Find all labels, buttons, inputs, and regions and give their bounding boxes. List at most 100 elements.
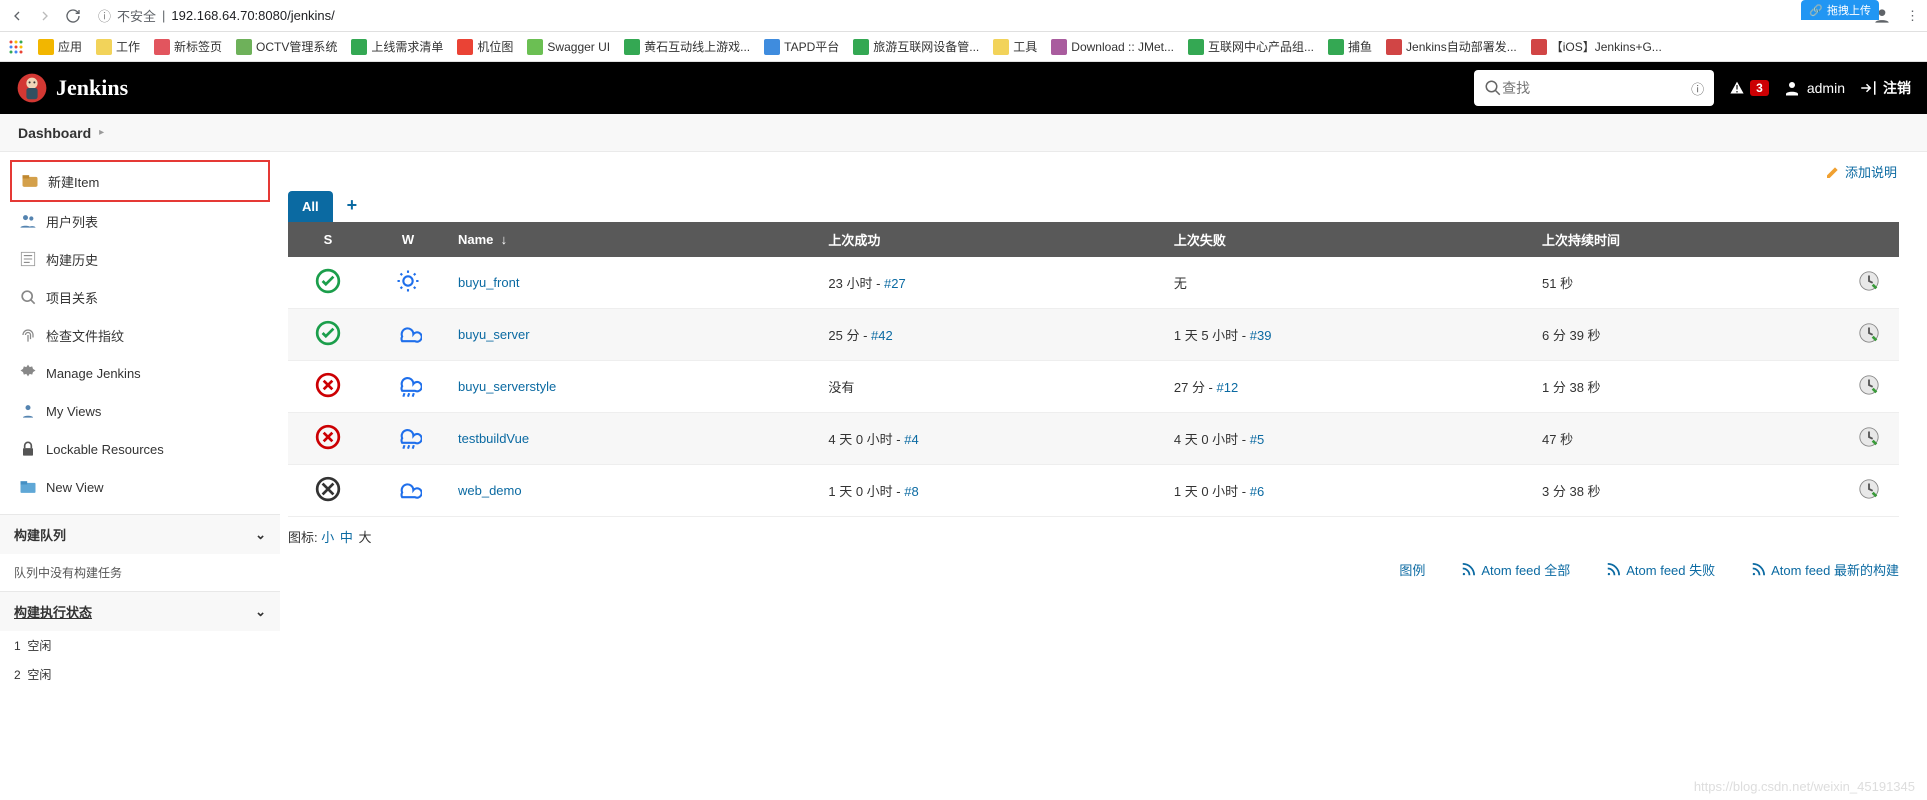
bookmark-item[interactable]: 应用 bbox=[38, 38, 82, 55]
bookmark-item[interactable]: TAPD平台 bbox=[764, 38, 839, 55]
bookmark-icon bbox=[624, 39, 640, 55]
feed-all-link[interactable]: Atom feed 全部 bbox=[1461, 560, 1570, 579]
col-status[interactable]: S bbox=[288, 222, 368, 257]
lock-icon bbox=[18, 439, 38, 459]
col-last-failure[interactable]: 上次失败 bbox=[1164, 222, 1532, 257]
icon-size-large[interactable]: 大 bbox=[359, 530, 372, 545]
weather-icon bbox=[394, 423, 422, 451]
bookmark-item[interactable]: Download :: JMet... bbox=[1051, 39, 1174, 55]
bookmark-item[interactable]: 互联网中心产品组... bbox=[1188, 38, 1314, 55]
col-build bbox=[1839, 222, 1899, 257]
add-description-link[interactable]: 添加说明 bbox=[1825, 162, 1897, 181]
search-box[interactable]: ⓘ bbox=[1474, 70, 1714, 106]
sidebar-task-views[interactable]: My Views bbox=[10, 392, 270, 430]
menu-icon[interactable]: ⋮ bbox=[1906, 8, 1919, 24]
bookmark-item[interactable]: Jenkins自动部署发... bbox=[1386, 38, 1517, 55]
feed-fail-link[interactable]: Atom feed 失败 bbox=[1606, 560, 1715, 579]
duration-cell: 1 分 38 秒 bbox=[1532, 361, 1839, 413]
bookmark-item[interactable]: 旅游互联网设备管... bbox=[853, 38, 979, 55]
build-link[interactable]: #5 bbox=[1250, 432, 1264, 447]
build-link[interactable]: #4 bbox=[904, 432, 918, 447]
schedule-build-icon[interactable] bbox=[1858, 374, 1880, 396]
alert-badge[interactable]: 3 bbox=[1728, 79, 1769, 97]
bookmark-item[interactable]: 机位图 bbox=[457, 38, 513, 55]
col-last-duration[interactable]: 上次持续时间 bbox=[1532, 222, 1839, 257]
extension-badge[interactable]: 🔗 拖拽上传 bbox=[1801, 0, 1879, 20]
col-last-success[interactable]: 上次成功 bbox=[818, 222, 1163, 257]
bookmark-item[interactable]: 新标签页 bbox=[154, 38, 222, 55]
sidebar-task-relation[interactable]: 项目关系 bbox=[10, 278, 270, 316]
add-tab-button[interactable]: + bbox=[337, 189, 368, 222]
bookmark-icon bbox=[993, 39, 1009, 55]
status-icon bbox=[315, 372, 341, 398]
bookmark-label: 新标签页 bbox=[174, 38, 222, 55]
sidebar-task-new-view[interactable]: New View bbox=[10, 468, 270, 506]
job-row: buyu_front 23 小时 - #27 无 51 秒 bbox=[288, 257, 1899, 309]
bookmark-label: 旅游互联网设备管... bbox=[873, 38, 979, 55]
build-link[interactable]: #39 bbox=[1250, 328, 1272, 343]
job-name-link[interactable]: buyu_front bbox=[458, 275, 519, 290]
breadcrumb-sep: ▸ bbox=[99, 127, 104, 138]
job-name-link[interactable]: buyu_serverstyle bbox=[458, 379, 556, 394]
bookmark-item[interactable]: 黄石互动线上游戏... bbox=[624, 38, 750, 55]
sidebar-task-gear[interactable]: Manage Jenkins bbox=[10, 354, 270, 392]
sidebar-task-lock[interactable]: Lockable Resources bbox=[10, 430, 270, 468]
bookmark-label: Download :: JMet... bbox=[1071, 40, 1174, 54]
job-name-link[interactable]: buyu_server bbox=[458, 327, 530, 342]
col-weather[interactable]: W bbox=[368, 222, 448, 257]
bookmark-label: OCTV管理系统 bbox=[256, 38, 337, 55]
feed-latest-link[interactable]: Atom feed 最新的构建 bbox=[1751, 560, 1899, 579]
back-button[interactable] bbox=[8, 7, 26, 25]
job-name-link[interactable]: testbuildVue bbox=[458, 431, 529, 446]
search-input[interactable] bbox=[1502, 80, 1691, 96]
job-row: buyu_server 25 分 - #42 1 天 5 小时 - #39 6 … bbox=[288, 309, 1899, 361]
feed-links: 图例 Atom feed 全部 Atom feed 失败 Atom feed 最… bbox=[288, 560, 1899, 579]
tab-all[interactable]: All bbox=[288, 191, 333, 222]
sidebar-task-fingerprint[interactable]: 检查文件指纹 bbox=[10, 316, 270, 354]
status-icon bbox=[315, 424, 341, 450]
forward-button[interactable] bbox=[36, 7, 54, 25]
build-queue-header[interactable]: 构建队列 ⌄ bbox=[0, 514, 280, 554]
insecure-label: 不安全 bbox=[117, 6, 156, 25]
legend-link[interactable]: 图例 bbox=[1399, 560, 1425, 579]
schedule-build-icon[interactable] bbox=[1858, 426, 1880, 448]
icon-size-small[interactable]: 小 bbox=[321, 530, 334, 545]
bookmark-item[interactable]: OCTV管理系统 bbox=[236, 38, 337, 55]
bookmark-item[interactable]: 捕鱼 bbox=[1328, 38, 1372, 55]
help-icon[interactable]: ⓘ bbox=[1691, 79, 1704, 98]
user-link[interactable]: admin bbox=[1783, 79, 1845, 97]
jenkins-logo[interactable]: Jenkins bbox=[16, 72, 128, 104]
apps-icon[interactable] bbox=[8, 39, 24, 55]
sidebar-task-new-item[interactable]: 新建Item bbox=[10, 160, 270, 202]
schedule-build-icon[interactable] bbox=[1858, 478, 1880, 500]
job-name-link[interactable]: web_demo bbox=[458, 483, 522, 498]
build-link[interactable]: #27 bbox=[884, 276, 906, 291]
address-bar[interactable]: ⓘ 不安全 | 192.168.64.70:8080/jenkins/ bbox=[98, 6, 335, 25]
build-link[interactable]: #6 bbox=[1250, 484, 1264, 499]
sidebar-task-people[interactable]: 用户列表 bbox=[10, 202, 270, 240]
breadcrumb: Dashboard ▸ bbox=[0, 114, 1927, 152]
task-label: 检查文件指纹 bbox=[46, 326, 124, 345]
schedule-build-icon[interactable] bbox=[1858, 270, 1880, 292]
bookmark-item[interactable]: 【iOS】Jenkins+G... bbox=[1531, 38, 1662, 55]
bookmark-item[interactable]: Swagger UI bbox=[527, 39, 610, 55]
reload-button[interactable] bbox=[64, 7, 82, 25]
bookmark-label: Jenkins自动部署发... bbox=[1406, 38, 1517, 55]
bookmark-item[interactable]: 工作 bbox=[96, 38, 140, 55]
icon-size-medium[interactable]: 中 bbox=[340, 530, 353, 545]
watermark: https://blog.csdn.net/weixin_45191345 bbox=[1694, 779, 1915, 794]
build-link[interactable]: #42 bbox=[871, 328, 893, 343]
breadcrumb-dashboard[interactable]: Dashboard bbox=[18, 125, 91, 141]
bookmark-item[interactable]: 上线需求清单 bbox=[351, 38, 443, 55]
build-link[interactable]: #8 bbox=[904, 484, 918, 499]
bookmark-item[interactable]: 工具 bbox=[993, 38, 1037, 55]
build-exec-header[interactable]: 构建执行状态 ⌄ bbox=[0, 591, 280, 631]
logout-link[interactable]: 注销 bbox=[1859, 78, 1911, 98]
build-link[interactable]: #12 bbox=[1217, 380, 1239, 395]
bookmark-label: 互联网中心产品组... bbox=[1208, 38, 1314, 55]
bookmark-label: 工作 bbox=[116, 38, 140, 55]
bookmark-icon bbox=[96, 39, 112, 55]
schedule-build-icon[interactable] bbox=[1858, 322, 1880, 344]
col-name[interactable]: Name ↓ bbox=[448, 222, 818, 257]
sidebar-task-history[interactable]: 构建历史 bbox=[10, 240, 270, 278]
